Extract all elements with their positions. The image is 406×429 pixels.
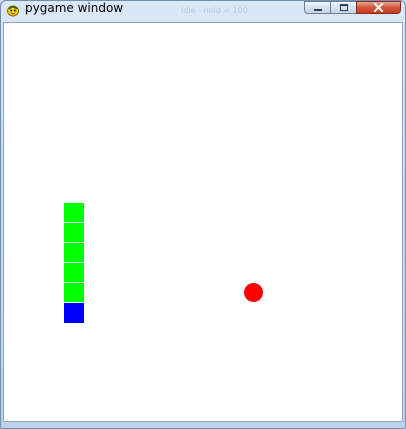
window-title: pygame window xyxy=(25,1,124,15)
close-button[interactable] xyxy=(356,1,401,14)
food-pellet xyxy=(244,283,263,302)
snake-body-segment xyxy=(64,203,84,223)
game-canvas[interactable] xyxy=(3,22,403,422)
close-icon xyxy=(373,3,384,12)
maximize-icon xyxy=(339,4,348,11)
pygame-snake-icon xyxy=(5,2,21,18)
background-window-title: Idle - hold = 100 xyxy=(181,6,248,15)
snake-body-segment xyxy=(64,263,84,283)
title-bar[interactable]: pygame window Idle - hold = 100 xyxy=(1,1,405,21)
snake-body-segment xyxy=(64,223,84,243)
minimize-icon xyxy=(313,8,322,11)
maximize-button[interactable] xyxy=(330,1,356,14)
snake-body-segment xyxy=(64,283,84,303)
snake-body-segment xyxy=(64,243,84,263)
snake-head xyxy=(64,303,84,323)
app-window: pygame window Idle - hold = 100 xyxy=(0,0,406,429)
window-controls xyxy=(304,1,401,14)
minimize-button[interactable] xyxy=(304,1,330,14)
